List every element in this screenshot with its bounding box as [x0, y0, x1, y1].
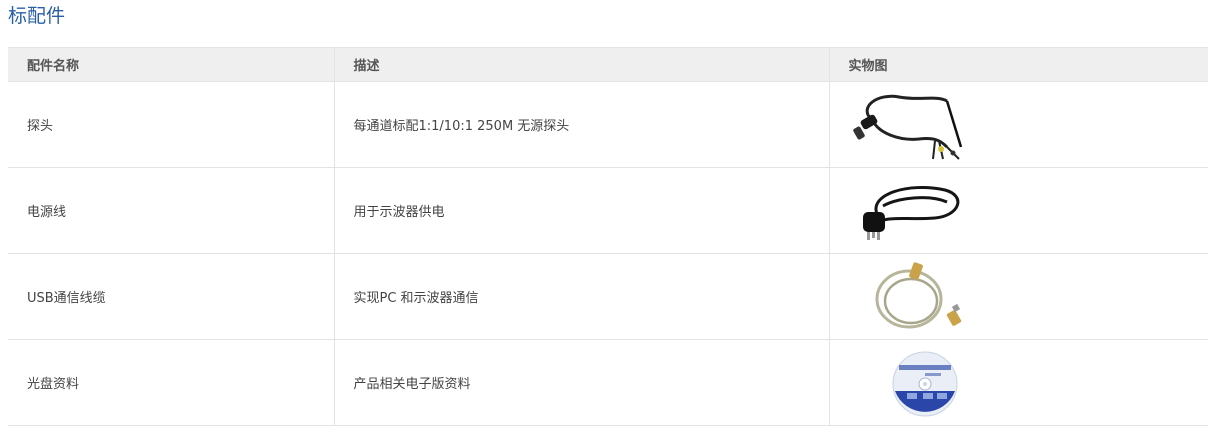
accessory-description: 每通道标配1:1/10:1 250M 无源探头: [333, 81, 829, 168]
accessories-table: 配件名称 描述 实物图 探头 每通道标配1:1/10:1 250M 无源探头 电…: [8, 47, 1208, 426]
usb-cable-image: [875, 261, 961, 328]
accessory-photo-cell: [828, 167, 1208, 254]
accessory-description: 用于示波器供电: [333, 167, 829, 254]
probe-image: [852, 94, 962, 160]
accessory-photo-cell: [828, 253, 1208, 340]
accessory-description: 产品相关电子版资料: [333, 339, 829, 426]
accessory-name: USB通信线缆: [8, 253, 334, 340]
accessory-photo-cell: [828, 81, 1208, 168]
header-description: 描述: [333, 47, 829, 82]
table-row: 探头 每通道标配1:1/10:1 250M 无源探头: [8, 81, 1208, 168]
header-photo: 实物图: [828, 47, 1208, 82]
accessory-name: 探头: [8, 81, 334, 168]
power-cord-image: [862, 185, 959, 240]
table-header-row: 配件名称 描述 实物图: [8, 47, 1208, 82]
accessory-photo-cell: [828, 339, 1208, 426]
table-row: USB通信线缆 实现PC 和示波器通信: [8, 253, 1208, 340]
accessory-name: 光盘资料: [8, 339, 334, 426]
table-row: 电源线 用于示波器供电: [8, 167, 1208, 254]
header-accessory-name: 配件名称: [8, 47, 334, 82]
table-row: 光盘资料 产品相关电子版资料: [8, 339, 1208, 426]
section-title: 标配件: [8, 5, 66, 27]
cd-disc-image: [892, 351, 957, 416]
accessory-name: 电源线: [8, 167, 334, 254]
accessory-description: 实现PC 和示波器通信: [333, 253, 829, 340]
